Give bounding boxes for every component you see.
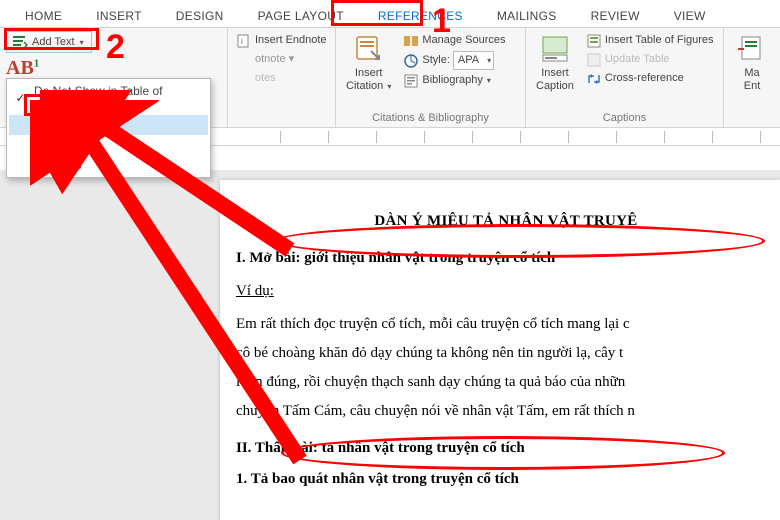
style-icon	[403, 53, 419, 69]
manage-sources-button[interactable]: Manage Sources	[401, 31, 507, 50]
add-text-dropdown: ✓ Do Not Show in Table of Contents Level…	[6, 78, 211, 178]
group-citations-title: Citations & Bibliography	[342, 112, 519, 127]
bibliography-label: Bibliography	[422, 72, 483, 89]
chevron-down-icon: ▾	[80, 38, 84, 47]
next-footnote-label: otnote ▾	[255, 51, 294, 68]
tab-home[interactable]: HOME	[8, 0, 79, 27]
doc-title: DÀN Ý MIÊU TẢ NHÂN VẬT TRUYỆ	[236, 208, 776, 235]
tab-page-layout[interactable]: PAGE LAYOUT	[241, 0, 361, 27]
menu-level-1-label: Level 1	[35, 118, 82, 132]
group-footnotes: i Insert Endnote otnote ▾ otes	[228, 28, 336, 127]
style-value[interactable]: APA▾	[453, 51, 494, 70]
manage-sources-label: Manage Sources	[422, 32, 505, 49]
update-icon	[586, 52, 602, 68]
update-table-button: Update Table	[584, 50, 716, 69]
show-notes-button: otes	[234, 69, 329, 88]
tab-view[interactable]: VIEW	[657, 0, 723, 27]
menu-level-1[interactable]: Level 1	[9, 115, 208, 135]
citation-style-select[interactable]: Style: APA▾	[401, 50, 507, 71]
body-text: Em rất thích đọc truyện cổ tích, mỗi câu…	[236, 311, 776, 338]
tab-review[interactable]: REVIEW	[574, 0, 657, 27]
menu-do-not-show[interactable]: ✓ Do Not Show in Table of Contents	[9, 81, 208, 115]
bibliography-button[interactable]: Bibliography ▾	[401, 71, 507, 90]
document-area: DÀN Ý MIÊU TẢ NHÂN VẬT TRUYỆ I. Mở bài: …	[0, 170, 780, 520]
example-label: Ví dụ:	[236, 278, 776, 305]
tab-insert[interactable]: INSERT	[79, 0, 159, 27]
add-text-icon	[12, 34, 28, 50]
insert-table-figures-label: Insert Table of Figures	[605, 32, 714, 49]
body-text: luôn đúng, rồi chuyện thạch sanh dạy chú…	[236, 369, 776, 396]
manage-sources-icon	[403, 33, 419, 49]
body-text: chuyện Tấm Cám, câu chuyện nói về nhân v…	[236, 398, 776, 425]
insert-citation-button[interactable]: InsertCitation ▾	[342, 31, 395, 95]
table-figures-icon	[586, 33, 602, 49]
menu-do-not-show-label: Do Not Show in Table of Contents	[34, 84, 202, 112]
cross-ref-icon	[586, 71, 602, 87]
heading-1: I. Mở bài: giới thiệu nhân vật trong tru…	[236, 245, 776, 272]
check-icon: ✓	[13, 91, 28, 105]
tab-design[interactable]: DESIGN	[159, 0, 241, 27]
svg-text:i: i	[241, 37, 243, 46]
insert-caption-button[interactable]: InsertCaption	[532, 31, 578, 95]
tab-mailings[interactable]: MAILINGS	[480, 0, 574, 27]
menu-level-2[interactable]: Level 2	[9, 135, 208, 155]
group-captions: InsertCaption Insert Table of Figures Up…	[526, 28, 724, 127]
add-text-button[interactable]: Add Text ▾	[6, 31, 92, 53]
update-table-label: Update Table	[605, 51, 670, 68]
group-citations: InsertCitation ▾ Manage Sources Style: A…	[336, 28, 526, 127]
menu-level-3-label: Level 3	[35, 158, 82, 172]
mark-entry-button[interactable]: MaEnt	[730, 31, 774, 95]
footnote-ab-icon: AB1	[6, 57, 39, 80]
bibliography-icon	[403, 73, 419, 89]
add-text-label: Add Text	[32, 36, 75, 48]
group-captions-title: Captions	[532, 112, 717, 127]
insert-table-figures-button[interactable]: Insert Table of Figures	[584, 31, 716, 50]
group-toc: Add Text ▾ AB1 ✓ Do Not Show in Table of…	[0, 28, 228, 127]
insert-endnote-label: Insert Endnote	[255, 32, 327, 49]
cross-reference-button[interactable]: Cross-reference	[584, 69, 716, 88]
style-label: Style:	[422, 52, 450, 69]
mark-entry-label: MaEnt	[744, 67, 761, 93]
ribbon: Add Text ▾ AB1 ✓ Do Not Show in Table of…	[0, 28, 780, 128]
mark-entry-icon	[736, 33, 768, 65]
chevron-down-icon: ▾	[487, 72, 491, 89]
body-text: cô bé choàng khăn đỏ dạy chúng ta không …	[236, 340, 776, 367]
group-footnotes-title	[234, 112, 329, 127]
menu-level-2-label: Level 2	[35, 138, 82, 152]
insert-citation-label: InsertCitation ▾	[346, 67, 391, 93]
heading-2: II. Thân bài: tả nhân vật trong truyện c…	[236, 435, 776, 462]
cross-reference-label: Cross-reference	[605, 70, 684, 87]
ribbon-tabs: HOME INSERT DESIGN PAGE LAYOUT REFERENCE…	[0, 0, 780, 28]
citation-icon	[353, 33, 385, 65]
insert-caption-label: InsertCaption	[536, 67, 574, 93]
next-footnote-button[interactable]: otnote ▾	[234, 50, 329, 69]
endnote-icon: i	[236, 33, 252, 49]
caption-icon	[539, 33, 571, 65]
tab-references[interactable]: REFERENCES	[361, 0, 480, 27]
group-index: MaEnt	[724, 28, 780, 127]
subheading: 1. Tả bao quát nhân vật trong truyện cổ …	[236, 466, 776, 493]
menu-level-3[interactable]: Level 3	[9, 155, 208, 175]
show-notes-label: otes	[255, 70, 276, 87]
insert-endnote-button[interactable]: i Insert Endnote	[234, 31, 329, 50]
page[interactable]: DÀN Ý MIÊU TẢ NHÂN VẬT TRUYỆ I. Mở bài: …	[220, 180, 780, 520]
